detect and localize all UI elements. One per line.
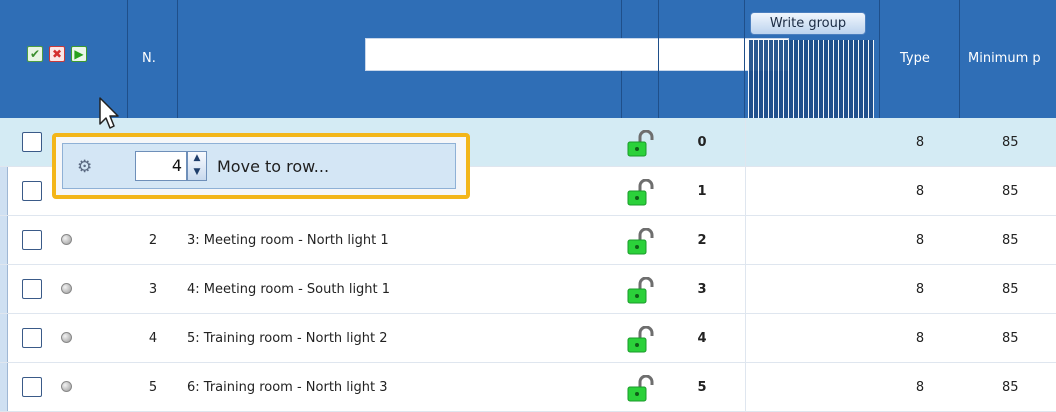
column-header-type-label: Type <box>900 51 930 66</box>
lock-open-icon[interactable] <box>624 277 656 305</box>
row-name: 3: Meeting room - North light 1 <box>187 233 389 248</box>
row-type: 8 <box>915 184 925 199</box>
column-header-groups: Write group <box>745 0 880 118</box>
row-number: 5 <box>148 380 158 395</box>
row-checkbox[interactable] <box>22 181 42 201</box>
table-row[interactable]: 3 4: Meeting room - South light 1 3 8 85 <box>0 265 1056 314</box>
row-number: 2 <box>148 233 158 248</box>
row-minimum: 85 <box>1002 282 1019 297</box>
device-grid: ✔ ✖ ▶ N. SA Write group Type Minimum p 0… <box>0 0 1056 412</box>
spin-down-icon[interactable]: ▼ <box>188 167 206 177</box>
row-minimum: 85 <box>1002 135 1019 150</box>
mouse-cursor-icon <box>99 97 119 129</box>
row-number-spinner[interactable]: ▲ ▼ <box>187 151 207 181</box>
row-sa: 4 <box>697 331 707 346</box>
row-checkbox[interactable] <box>22 279 42 299</box>
row-checkbox[interactable] <box>22 377 42 397</box>
column-header-lock[interactable] <box>622 0 659 118</box>
row-type: 8 <box>915 331 925 346</box>
table-row[interactable]: 2 3: Meeting room - North light 1 2 8 85 <box>0 216 1056 265</box>
row-checkbox[interactable] <box>22 132 42 152</box>
cancel-icon[interactable]: ✖ <box>49 46 65 62</box>
row-type: 8 <box>915 233 925 248</box>
move-to-row-label[interactable]: Move to row... <box>217 157 329 176</box>
row-number: 3 <box>148 282 158 297</box>
column-header-minimum[interactable]: Minimum p <box>960 0 1056 118</box>
lock-open-icon[interactable] <box>624 228 656 256</box>
gear-icon: ⚙ <box>77 157 93 177</box>
column-header-minimum-label: Minimum p <box>968 51 1041 66</box>
row-minimum: 85 <box>1002 331 1019 346</box>
lock-open-icon[interactable] <box>624 130 656 158</box>
column-header-sa-label: SA <box>669 51 687 66</box>
row-minimum: 85 <box>1002 184 1019 199</box>
column-header-n-label: N. <box>142 51 156 66</box>
row-name: 6: Training room - North light 3 <box>187 380 388 395</box>
lock-open-icon[interactable] <box>624 326 656 354</box>
status-led-icon <box>61 332 72 343</box>
move-to-row-panel: ⚙ 4 ▲ ▼ Move to row... <box>62 143 456 189</box>
status-led-icon <box>61 283 72 294</box>
status-led-icon <box>61 234 72 245</box>
row-name: 4: Meeting room - South light 1 <box>187 282 391 297</box>
grid-header: ✔ ✖ ▶ N. SA Write group Type Minimum p <box>0 0 1056 118</box>
column-header-sa[interactable]: SA <box>659 0 745 118</box>
lock-open-icon[interactable] <box>624 375 656 403</box>
column-header-n[interactable]: N. <box>128 0 178 118</box>
row-minimum: 85 <box>1002 233 1019 248</box>
row-minimum: 85 <box>1002 380 1019 395</box>
move-to-row-popup: ⚙ 4 ▲ ▼ Move to row... <box>52 133 470 199</box>
row-number-input[interactable]: 4 <box>135 151 187 181</box>
row-name: 5: Training room - North light 2 <box>187 331 388 346</box>
row-type: 8 <box>915 380 925 395</box>
row-sa: 2 <box>697 233 707 248</box>
column-divider <box>745 118 746 412</box>
row-type: 8 <box>915 282 925 297</box>
lock-open-icon[interactable] <box>624 179 656 207</box>
row-sa: 1 <box>697 184 707 199</box>
table-row[interactable]: 5 6: Training room - North light 3 5 8 8… <box>0 363 1056 412</box>
table-row[interactable]: 4 5: Training room - North light 2 4 8 8… <box>0 314 1056 363</box>
write-group-button[interactable]: Write group <box>750 12 866 35</box>
column-header-name <box>178 0 789 118</box>
status-led-icon <box>61 381 72 392</box>
spin-up-icon[interactable]: ▲ <box>188 153 206 163</box>
row-number: 4 <box>148 331 158 346</box>
play-icon[interactable]: ▶ <box>71 46 87 62</box>
group-bits-indicator <box>748 40 874 118</box>
row-sa: 5 <box>697 380 707 395</box>
row-checkbox[interactable] <box>22 328 42 348</box>
row-sa: 3 <box>697 282 707 297</box>
row-sa: 0 <box>697 135 707 150</box>
row-type: 8 <box>915 135 925 150</box>
toolbar-icons: ✔ ✖ ▶ <box>27 46 87 62</box>
row-checkbox[interactable] <box>22 230 42 250</box>
check-icon[interactable]: ✔ <box>27 46 43 62</box>
column-header-type[interactable]: Type <box>880 0 960 118</box>
